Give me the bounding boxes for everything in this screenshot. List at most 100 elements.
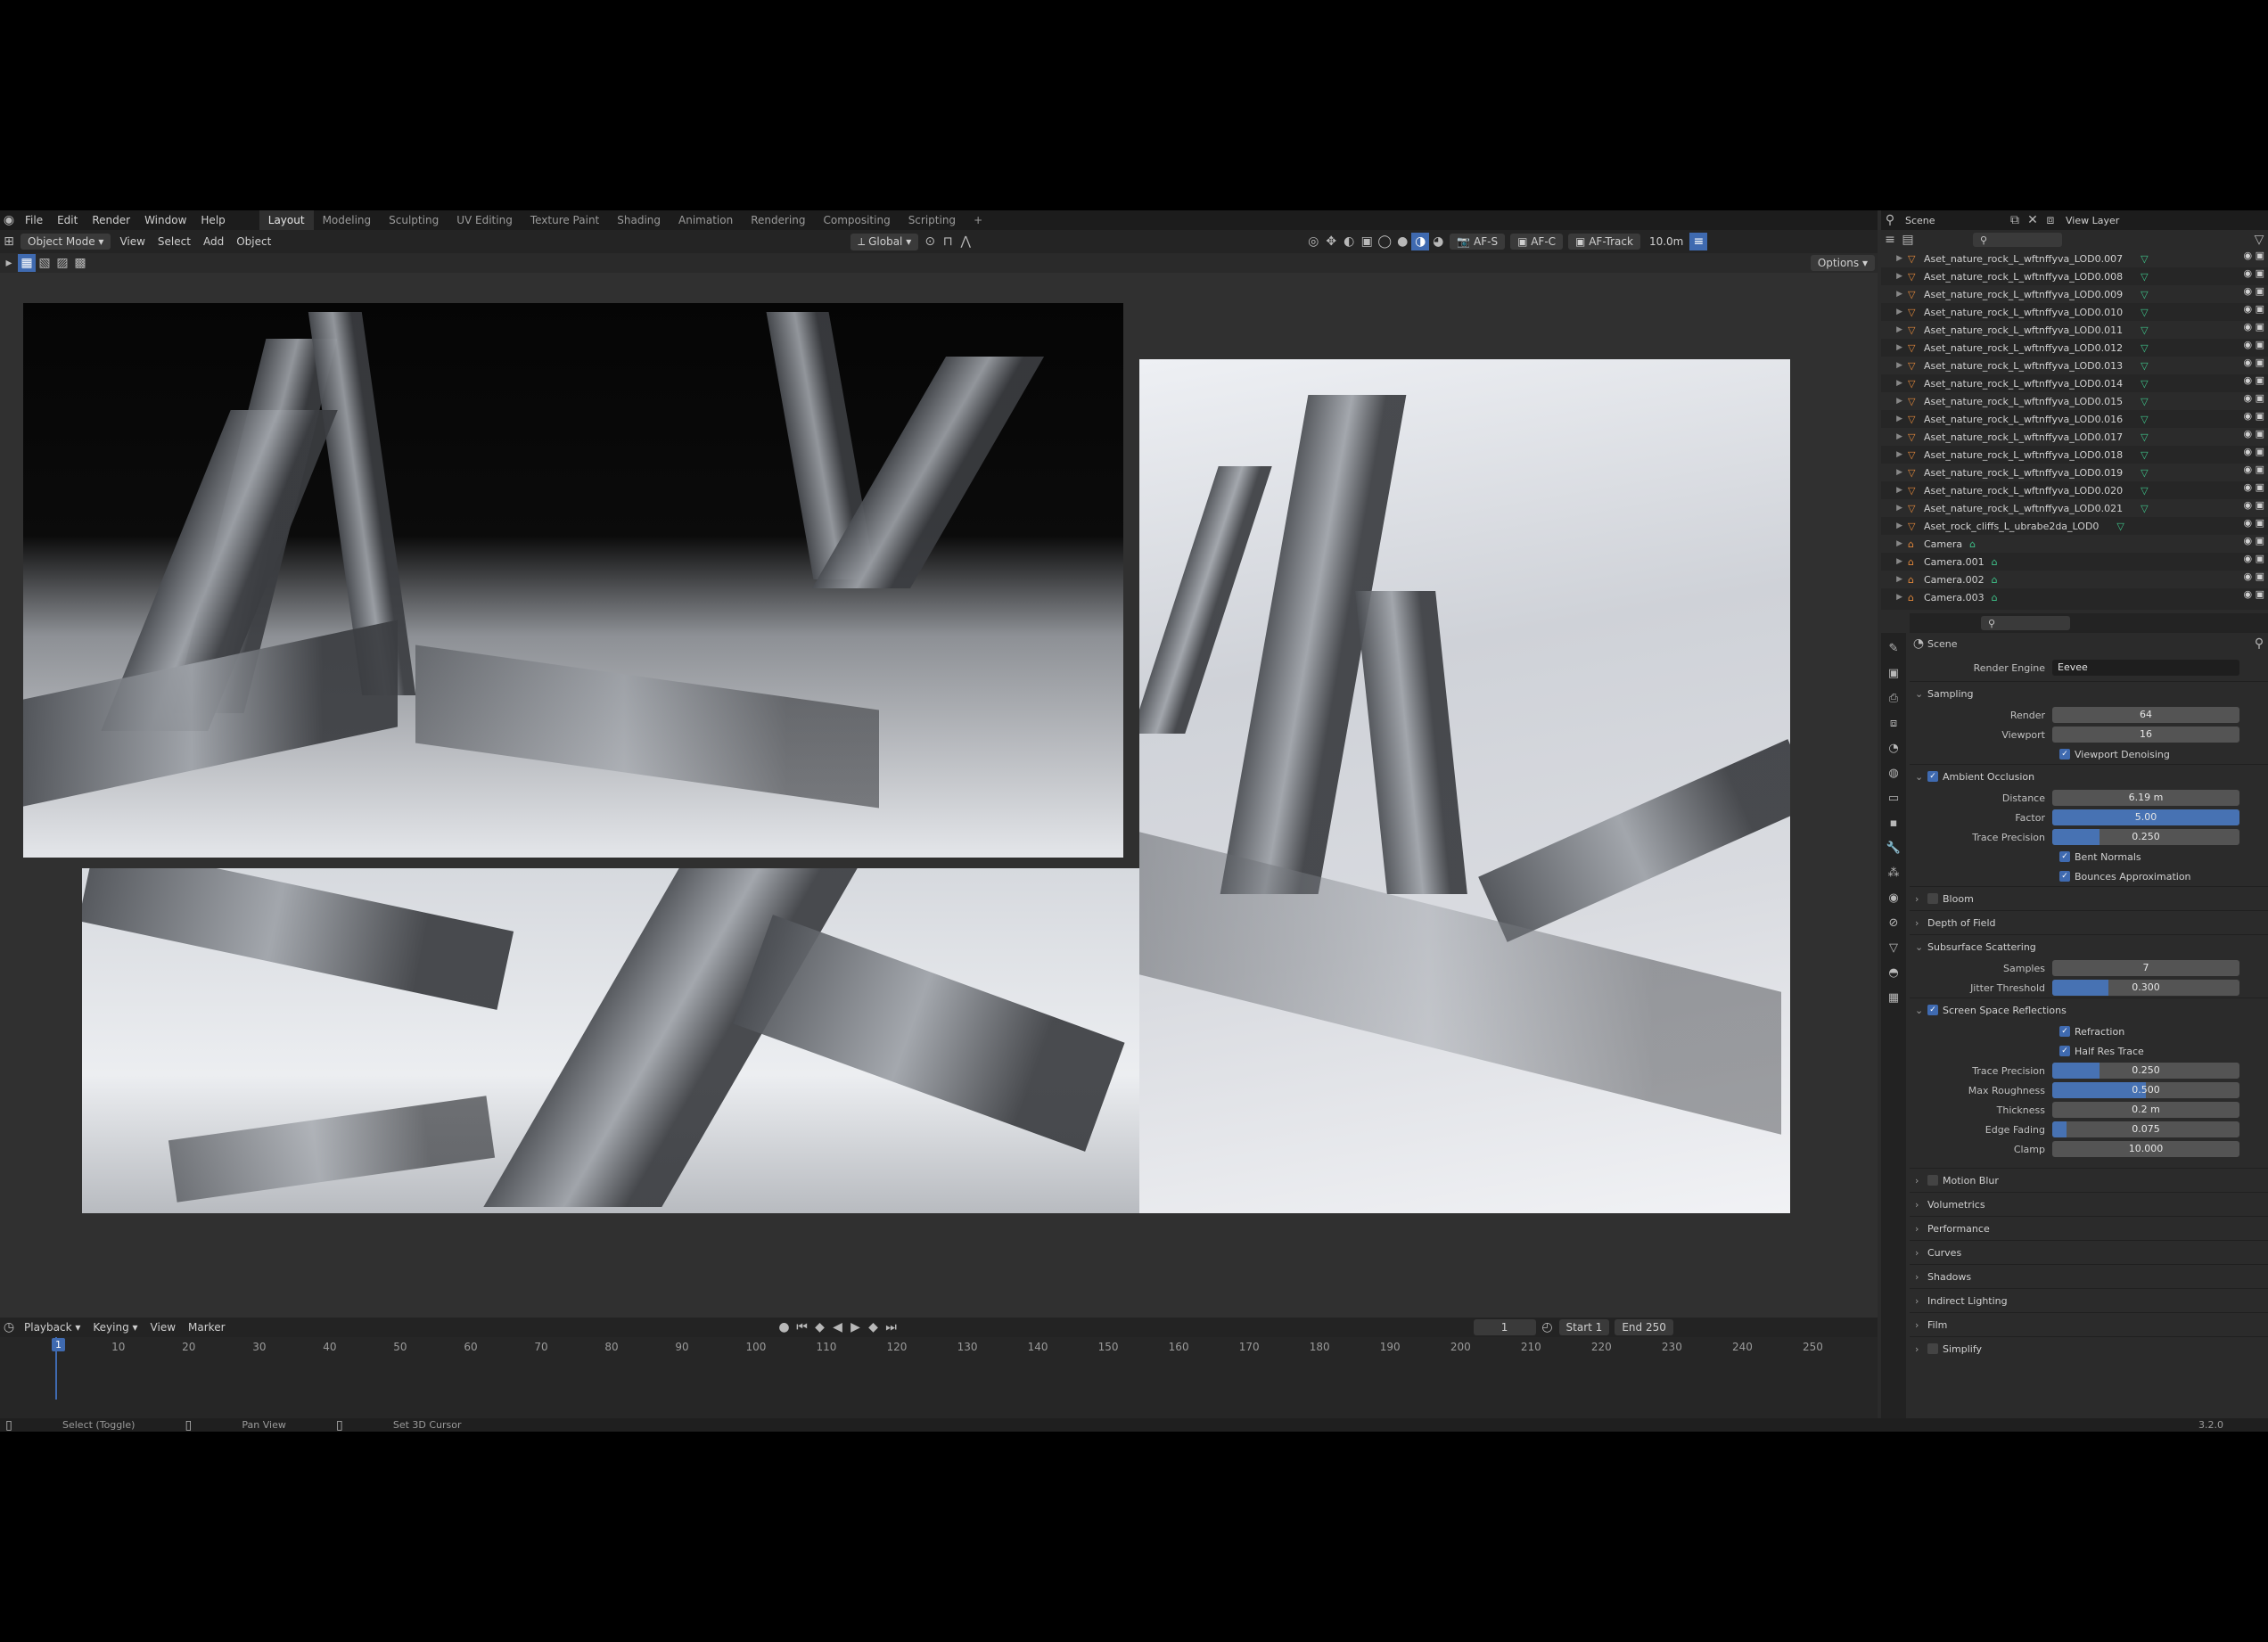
expand-arrow-icon[interactable]: ▶ (1881, 254, 1908, 263)
orientation-dropdown[interactable]: ⟂ Global ▾ (850, 233, 919, 250)
section-subsurface-scattering[interactable]: ⌄ Subsurface Scattering (1910, 934, 2268, 958)
menu-window[interactable]: Window (137, 214, 193, 226)
eye-icon[interactable]: ◉ ▣ (2244, 481, 2265, 493)
pin-icon[interactable]: ⚲ (2250, 635, 2268, 653)
tab-rendering[interactable]: Rendering (742, 210, 814, 230)
visibility-icon[interactable]: ◎ (1304, 233, 1322, 250)
outliner-item[interactable]: ▶ ⌂ Camera.002 ⌂ ◉ ▣ (1881, 571, 2268, 588)
outliner-item[interactable]: ▶ ▽ Aset_nature_rock_L_wftnffyva_LOD0.011 ▽… (1881, 321, 2268, 339)
eye-icon[interactable]: ◉ ▣ (2244, 250, 2265, 261)
checkbox-unchecked-icon[interactable] (1927, 1175, 1938, 1186)
section-bloom[interactable]: › Bloom (1910, 886, 2268, 910)
ssr-roughness-slider[interactable]: 0.500 (2052, 1082, 2239, 1098)
expand-arrow-icon[interactable]: ▶ (1881, 397, 1908, 406)
outliner-item[interactable]: ▶ ▽ Aset_nature_rock_L_wftnffyva_LOD0.014 ▽… (1881, 374, 2268, 392)
current-frame-field[interactable]: 1 (1473, 1319, 1536, 1335)
select-subtract-icon[interactable]: ▨ (53, 254, 71, 272)
end-frame-field[interactable]: End 250 (1615, 1319, 1673, 1335)
collection-tab-icon[interactable]: ▭ (1885, 790, 1902, 808)
play-icon[interactable]: ▶ (847, 1318, 865, 1336)
outliner-item[interactable]: ▶ ⌂ Camera.001 ⌂ ◉ ▣ (1881, 553, 2268, 571)
outliner-item[interactable]: ▶ ▽ Aset_nature_rock_L_wftnffyva_LOD0.020 ▽… (1881, 481, 2268, 499)
expand-arrow-icon[interactable]: ▶ (1881, 308, 1908, 316)
checkbox-checked-icon[interactable]: ✓ (1927, 1005, 1938, 1015)
ao-factor-slider[interactable]: 5.00 (2052, 809, 2239, 825)
editor-type-icon[interactable]: ⊞ (0, 233, 18, 250)
select-extend-icon[interactable]: ▧ (36, 254, 53, 272)
menu-marker[interactable]: Marker (182, 1319, 231, 1335)
expand-arrow-icon[interactable]: ▶ (1881, 325, 1908, 334)
solid-shading-icon[interactable]: ● (1393, 233, 1411, 250)
render-tab-icon[interactable]: ▣ (1885, 665, 1902, 683)
checkbox-unchecked-icon[interactable] (1927, 1343, 1938, 1354)
menu-render[interactable]: Render (85, 214, 137, 226)
section-depth-of-field[interactable]: › Depth of Field (1910, 910, 2268, 934)
clock-icon[interactable]: ◴ (1539, 1318, 1557, 1336)
bounces-checkbox[interactable]: ✓ Bounces Approximation (1910, 866, 2268, 886)
eye-icon[interactable]: ◉ ▣ (2244, 321, 2265, 333)
menu-file[interactable]: File (18, 214, 50, 226)
checkbox-checked-icon[interactable]: ✓ (1927, 771, 1938, 782)
select-tool-icon[interactable]: ▸ (0, 254, 18, 272)
menu-add[interactable]: Add (197, 234, 230, 250)
render-engine-dropdown[interactable]: Eevee (2052, 660, 2239, 676)
eye-icon[interactable]: ◉ ▣ (2244, 267, 2265, 279)
section-film[interactable]: › Film (1910, 1312, 2268, 1336)
expand-arrow-icon[interactable]: ▶ (1881, 379, 1908, 388)
outliner-item[interactable]: ▶ ▽ Aset_nature_rock_L_wftnffyva_LOD0.010 ▽… (1881, 303, 2268, 321)
eye-icon[interactable]: ◉ ▣ (2244, 285, 2265, 297)
physics-tab-icon[interactable]: ◉ (1885, 890, 1902, 907)
pivot-icon[interactable]: ⊙ (921, 233, 939, 250)
outliner-item[interactable]: ▶ ▽ Aset_nature_rock_L_wftnffyva_LOD0.017 ▽… (1881, 428, 2268, 446)
tab-uv-editing[interactable]: UV Editing (448, 210, 522, 230)
outliner-item[interactable]: ▶ ▽ Aset_nature_rock_L_wftnffyva_LOD0.007 ▽… (1881, 250, 2268, 267)
eye-icon[interactable]: ◉ ▣ (2244, 535, 2265, 546)
checkbox-unchecked-icon[interactable] (1927, 893, 1938, 904)
eye-icon[interactable]: ◉ ▣ (2244, 464, 2265, 475)
tab-modeling[interactable]: Modeling (314, 210, 381, 230)
outliner-item[interactable]: ▶ ▽ Aset_nature_rock_L_wftnffyva_LOD0.008 ▽… (1881, 267, 2268, 285)
eye-icon[interactable]: ◉ ▣ (2244, 588, 2265, 600)
tab-animation[interactable]: Animation (670, 210, 742, 230)
eye-icon[interactable]: ◉ ▣ (2244, 553, 2265, 564)
outliner-item[interactable]: ▶ ▽ Aset_nature_rock_L_wftnffyva_LOD0.012 ▽… (1881, 339, 2268, 357)
view-layer-tab-icon[interactable]: ⧈ (1885, 715, 1902, 733)
ssr-edge-slider[interactable]: 0.075 (2052, 1121, 2239, 1137)
material-tab-icon[interactable]: ◓ (1885, 965, 1902, 982)
display-mode-icon[interactable]: ▤ (1899, 231, 1917, 249)
snap-icon[interactable]: ⊓ (939, 233, 957, 250)
tab-shading[interactable]: Shading (608, 210, 670, 230)
outliner-item[interactable]: ▶ ⌂ Camera ⌂ ◉ ▣ (1881, 535, 2268, 553)
outliner-item[interactable]: ▶ ▽ Aset_nature_rock_L_wftnffyva_LOD0.019 ▽… (1881, 464, 2268, 481)
sss-samples-field[interactable]: 7 (2052, 960, 2239, 976)
eye-icon[interactable]: ◉ ▣ (2244, 517, 2265, 529)
select-new-icon[interactable]: ▦ (18, 254, 36, 272)
modifier-tab-icon[interactable]: 🔧 (1885, 840, 1902, 858)
blender-logo-icon[interactable]: ◉ (0, 211, 18, 229)
menu-select[interactable]: Select (152, 234, 197, 250)
af-s-button[interactable]: 📷 AF-S (1450, 234, 1506, 250)
eye-icon[interactable]: ◉ ▣ (2244, 339, 2265, 350)
eye-icon[interactable]: ◉ ▣ (2244, 428, 2265, 439)
expand-arrow-icon[interactable]: ▶ (1881, 450, 1908, 459)
expand-arrow-icon[interactable]: ▶ (1881, 272, 1908, 281)
expand-arrow-icon[interactable]: ▶ (1881, 415, 1908, 423)
menu-view[interactable]: View (113, 234, 151, 250)
ssr-thickness-field[interactable]: 0.2 m (2052, 1102, 2239, 1118)
section-curves[interactable]: › Curves (1910, 1240, 2268, 1264)
eye-icon[interactable]: ◉ ▣ (2244, 303, 2265, 315)
eye-icon[interactable]: ◉ ▣ (2244, 374, 2265, 386)
section-motion-blur[interactable]: › Motion Blur (1910, 1168, 2268, 1192)
proportional-icon[interactable]: ⋀ (957, 233, 974, 250)
outliner-item[interactable]: ▶ ▽ Aset_nature_rock_L_wftnffyva_LOD0.018 ▽… (1881, 446, 2268, 464)
record-icon[interactable]: ● (776, 1318, 793, 1336)
scene-icon[interactable]: ⚲ (1881, 211, 1899, 229)
expand-arrow-icon[interactable]: ▶ (1881, 432, 1908, 441)
expand-arrow-icon[interactable]: ▶ (1881, 361, 1908, 370)
menu-view-timeline[interactable]: View (144, 1319, 182, 1335)
section-screen-space-reflections[interactable]: ⌄ ✓ Screen Space Reflections (1910, 998, 2268, 1022)
section-indirect-lighting[interactable]: › Indirect Lighting (1910, 1288, 2268, 1312)
frame-ruler[interactable]: 10 20 30 40 50 60 70 80 90 100 110 120 130 140 150 160 1… (0, 1337, 1878, 1357)
overlay-icon[interactable]: ◐ (1340, 233, 1358, 250)
jump-end-icon[interactable]: ⏭ (883, 1318, 900, 1336)
